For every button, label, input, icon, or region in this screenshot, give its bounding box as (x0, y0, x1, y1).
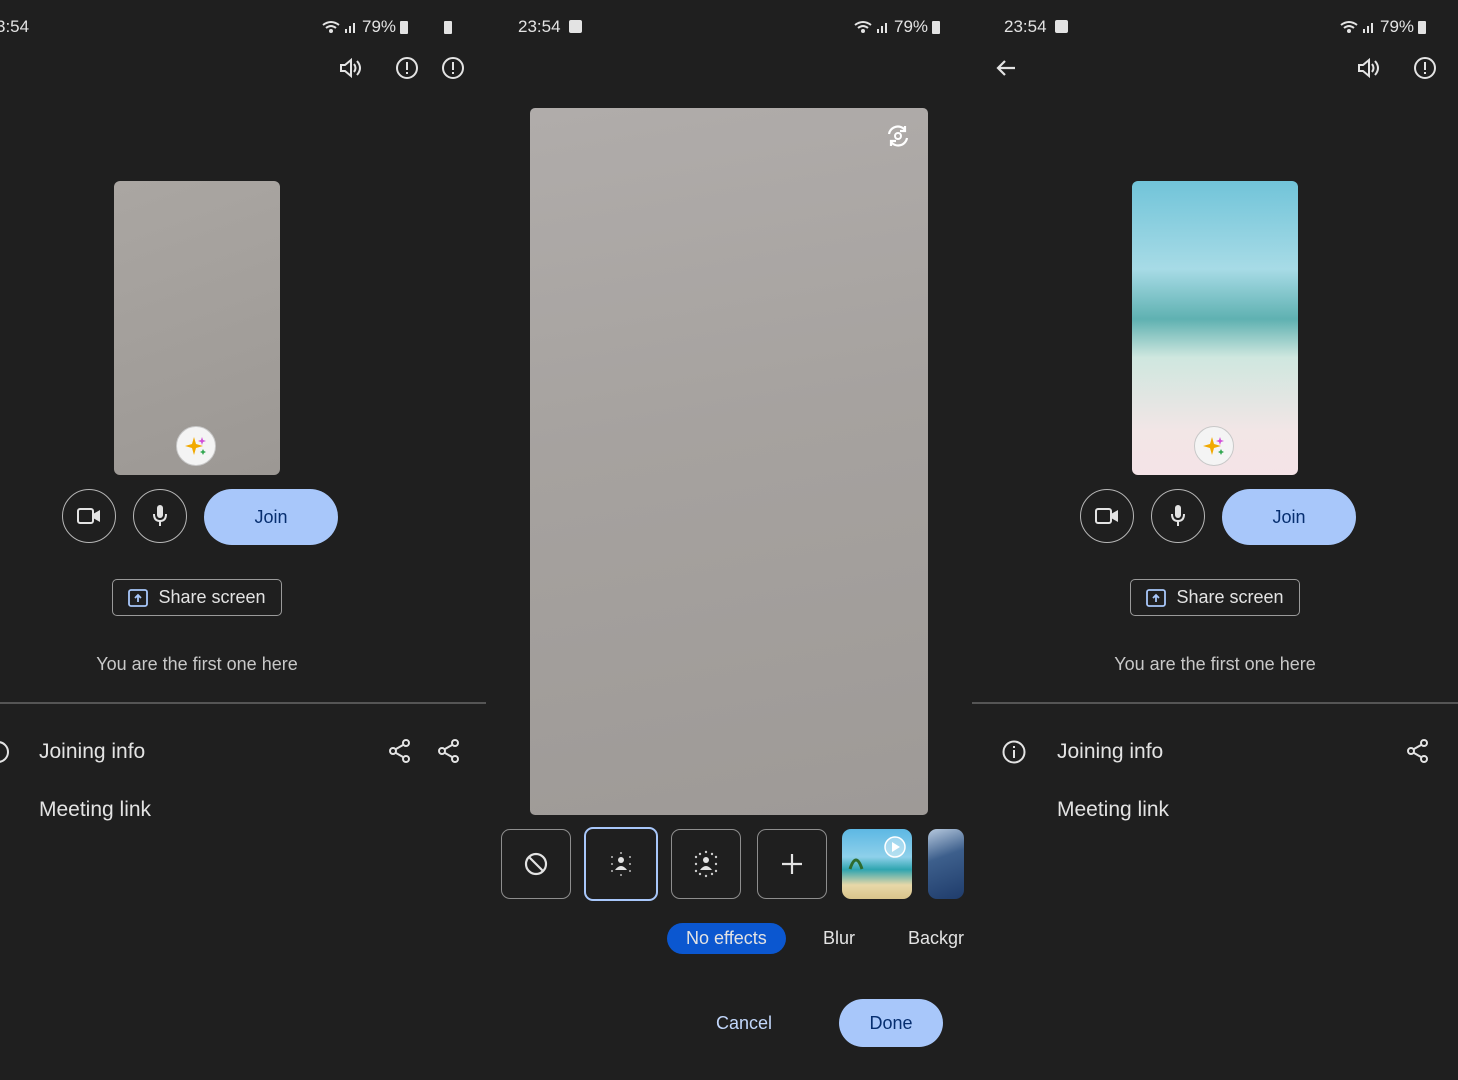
wifi-icon (1340, 21, 1358, 33)
sparkle-icon (185, 437, 206, 455)
status-time-text: 23:54 (1004, 17, 1047, 36)
report-icon[interactable] (1411, 54, 1439, 82)
gallery-notification-icon (1054, 20, 1068, 33)
wifi-icon (322, 21, 340, 33)
divider (0, 702, 486, 704)
status-time: 23:54 (1004, 17, 1068, 37)
microphone-toggle-button[interactable] (133, 489, 187, 543)
blur-person-icon (694, 850, 718, 878)
camera-toggle-button[interactable] (1080, 489, 1134, 543)
first-one-here-text: You are the first one here (1114, 654, 1316, 674)
share-icon[interactable] (435, 737, 463, 765)
meeting-link-label: Meeting link (39, 798, 152, 821)
share-screen-label: Share screen (158, 587, 266, 607)
joining-info-heading: Joining info (39, 740, 146, 763)
wifi-icon (854, 21, 872, 33)
microphone-icon (153, 505, 167, 526)
share-screen-button[interactable]: Share screen (1130, 579, 1300, 616)
info-icon (1000, 738, 1028, 766)
present-screen-icon (1146, 588, 1167, 607)
effects-panel: 23:54 79% No effects Blur Backgr Cancel … (486, 0, 972, 1080)
microphone-toggle-button[interactable] (1151, 489, 1205, 543)
report-icon[interactable] (439, 54, 467, 82)
beach-background-tile[interactable] (842, 829, 912, 899)
effects-sparkle-button[interactable] (176, 426, 216, 466)
meeting-link-label: Meeting link (1057, 798, 1170, 821)
share-screen-button[interactable]: Share screen (112, 579, 282, 616)
sparkle-icon (1203, 437, 1224, 455)
battery-icon (1418, 20, 1427, 34)
signal-icon (877, 23, 887, 33)
play-badge-icon (848, 836, 906, 870)
signal-icon (1363, 23, 1373, 33)
camera-preview (530, 108, 928, 815)
battery-icon (932, 20, 941, 34)
battery-percent: 79% (362, 17, 397, 36)
battery-icon (400, 20, 409, 34)
blur-person-icon (611, 852, 631, 876)
status-icons: 79% (854, 17, 941, 37)
back-arrow-icon[interactable] (992, 54, 1020, 82)
add-background-tile[interactable] (757, 829, 827, 899)
share-screen-label: Share screen (1176, 587, 1284, 607)
status-time-text: 23:54 (518, 17, 561, 36)
speaker-icon[interactable] (336, 54, 364, 82)
backgrounds-tab[interactable]: Backgr (908, 928, 964, 949)
report-icon[interactable] (393, 54, 421, 82)
plus-icon (782, 854, 802, 874)
interior-background-tile[interactable] (928, 829, 964, 899)
no-effects-chip[interactable]: No effects (667, 923, 786, 954)
full-blur-tile[interactable] (671, 829, 741, 899)
share-icon[interactable] (1404, 737, 1432, 765)
share-icon[interactable] (386, 737, 414, 765)
speaker-icon[interactable] (1354, 54, 1382, 82)
info-icon (0, 740, 10, 769)
effects-sparkle-button[interactable] (1194, 426, 1234, 466)
join-button[interactable]: Join (204, 489, 338, 545)
self-view-preview (114, 181, 280, 475)
join-button[interactable]: Join (1222, 489, 1356, 545)
first-one-here-text: You are the first one here (96, 654, 298, 674)
camera-toggle-button[interactable] (62, 489, 116, 543)
slight-blur-tile[interactable] (584, 827, 658, 901)
block-icon (524, 852, 548, 876)
done-button[interactable]: Done (839, 999, 943, 1047)
switch-camera-icon[interactable] (884, 122, 912, 150)
battery-percent: 79% (1380, 17, 1415, 36)
present-screen-icon (128, 588, 149, 607)
gallery-notification-icon (568, 20, 582, 33)
status-icons: 79% (1340, 17, 1427, 37)
status-icons: 79% (322, 17, 409, 37)
battery-percent: 79% (894, 17, 929, 36)
signal-icon (345, 23, 355, 33)
cancel-button[interactable]: Cancel (716, 1013, 772, 1034)
video-camera-icon (77, 508, 100, 524)
meet-lobby-panel-3: 23:54 79% Join Share screen You are the … (972, 0, 1458, 1080)
meet-lobby-panel-1: 3:54 79% Join Share screen You are the f… (0, 0, 486, 1080)
battery-icon (444, 21, 452, 34)
no-effect-tile[interactable] (501, 829, 571, 899)
joining-info-heading: Joining info (1057, 740, 1164, 763)
divider (972, 702, 1458, 704)
status-time: 3:54 (0, 17, 30, 36)
microphone-icon (1171, 505, 1185, 526)
blur-tab[interactable]: Blur (823, 928, 855, 949)
status-time: 23:54 (518, 17, 582, 37)
video-camera-icon (1095, 508, 1118, 524)
self-view-preview (1132, 181, 1298, 475)
